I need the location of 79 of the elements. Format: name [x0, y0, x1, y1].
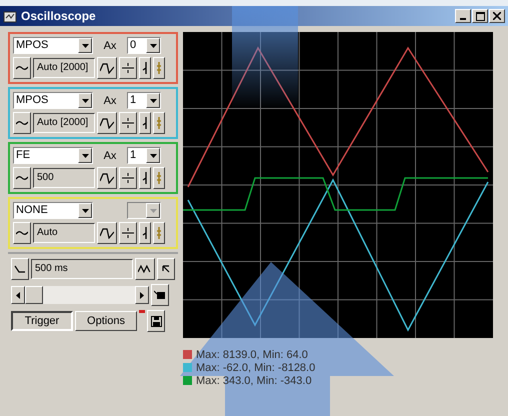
tilde-icon — [16, 230, 28, 236]
scale-field[interactable]: Auto [2000] — [33, 58, 95, 78]
tilde-icon — [16, 175, 28, 181]
sweep-button[interactable] — [135, 258, 155, 280]
plus-minus-icon — [122, 227, 134, 239]
cursor-icon — [161, 264, 171, 274]
color-button[interactable] — [153, 167, 165, 189]
scale-button[interactable] — [119, 57, 137, 79]
scale-field[interactable]: Auto [2000] — [33, 113, 95, 133]
dropdown-arrow-icon — [150, 154, 156, 158]
signal-dropdown[interactable]: FE — [13, 147, 93, 164]
dropdown-arrow-icon — [82, 154, 88, 158]
axis-dropdown[interactable]: 1 — [127, 92, 161, 109]
plus-minus-icon — [122, 172, 134, 184]
signal-button[interactable] — [97, 57, 117, 79]
pulse-icon — [100, 227, 114, 239]
indicator-icon — [139, 310, 145, 313]
scale-field[interactable]: Auto — [33, 223, 95, 243]
signal-dropdown[interactable]: MPOS — [13, 37, 93, 54]
signal-dropdown[interactable]: MPOS — [13, 92, 93, 109]
plus-minus-icon — [122, 117, 134, 129]
wave-button[interactable] — [13, 112, 31, 134]
probe-button[interactable] — [139, 57, 151, 79]
wave-button[interactable] — [13, 167, 31, 189]
scale-button[interactable] — [119, 112, 137, 134]
zigzag-icon — [138, 264, 152, 274]
maximize-button[interactable] — [472, 9, 488, 23]
legend-text: Max: -62.0, Min: -8128.0 — [196, 362, 316, 374]
pulse-icon — [100, 172, 114, 184]
probe-button[interactable] — [139, 222, 151, 244]
tilde-icon — [16, 65, 28, 71]
probe-button[interactable] — [139, 112, 151, 134]
scale-button[interactable] — [119, 167, 137, 189]
step-icon — [14, 264, 26, 274]
axis-label: Ax — [102, 40, 118, 52]
probe-button[interactable] — [139, 167, 151, 189]
dropdown-arrow-icon — [82, 98, 88, 102]
tilde-icon — [16, 120, 28, 126]
scale-button[interactable] — [119, 222, 137, 244]
axis-dropdown[interactable]: 0 — [127, 37, 161, 54]
wave-button[interactable] — [13, 222, 31, 244]
close-icon — [493, 12, 501, 20]
minimize-button[interactable] — [455, 9, 471, 23]
legend-text: Max: 343.0, Min: -343.0 — [196, 374, 312, 386]
left-arrow-icon — [16, 292, 20, 298]
dropdown-arrow-icon — [150, 44, 156, 48]
scale-field[interactable]: 500 — [33, 168, 95, 188]
panel-button[interactable]: Options — [75, 311, 137, 331]
color-button[interactable] — [153, 222, 165, 244]
step-button[interactable] — [11, 258, 29, 280]
axis-label: Ax — [102, 94, 118, 106]
signal-button[interactable] — [97, 112, 117, 134]
close-button[interactable] — [489, 9, 505, 23]
signal-button[interactable] — [97, 222, 117, 244]
color-button[interactable] — [153, 112, 165, 134]
axis-label: Ax — [102, 150, 118, 162]
legend-text: Max: 8139.0, Min: 64.0 — [196, 348, 308, 360]
signal-dropdown[interactable]: NONE — [13, 202, 93, 219]
dropdown-arrow-icon — [82, 208, 88, 212]
dropdown-arrow-icon — [150, 208, 156, 212]
scrollbar[interactable] — [11, 286, 149, 304]
cursor-button[interactable] — [157, 258, 175, 280]
panel-button[interactable]: Trigger — [11, 311, 73, 331]
app-icon — [3, 9, 17, 23]
maximize-icon — [476, 12, 484, 20]
save-button[interactable] — [147, 310, 165, 332]
axis-dropdown[interactable]: 1 — [127, 147, 161, 164]
timebase-field[interactable]: 500 ms — [31, 259, 134, 279]
plus-minus-icon — [122, 62, 134, 74]
reset-button[interactable] — [151, 284, 169, 306]
window-title: Oscilloscope — [21, 9, 96, 23]
pulse-icon — [100, 117, 114, 129]
dropdown-arrow-icon — [82, 44, 88, 48]
wave-button[interactable] — [13, 57, 31, 79]
right-arrow-icon — [140, 292, 144, 298]
color-button[interactable] — [153, 57, 165, 79]
dropdown-arrow-icon — [150, 98, 156, 102]
pulse-icon — [100, 62, 114, 74]
signal-button[interactable] — [97, 167, 117, 189]
